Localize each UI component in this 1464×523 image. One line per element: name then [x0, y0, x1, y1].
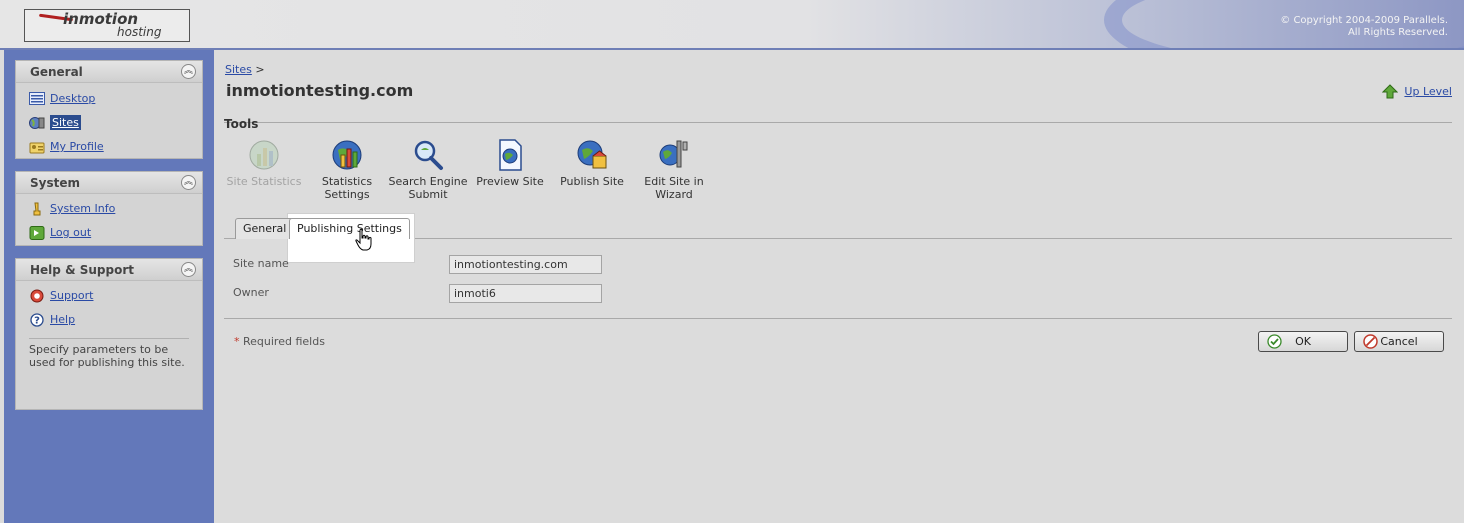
- preview-site-icon: [499, 139, 522, 171]
- support-icon: [30, 289, 44, 303]
- site-name-input[interactable]: [449, 255, 602, 274]
- help-description: Specify parameters to be used for publis…: [29, 338, 189, 369]
- owner-label: Owner: [233, 286, 269, 299]
- tab-general-label: General: [243, 222, 287, 235]
- tool-preview-site-label: Preview Site: [476, 175, 544, 188]
- logo-sub: hosting: [117, 25, 162, 39]
- tool-site-statistics-label: Site Statistics: [226, 175, 302, 188]
- help-panel-header: Help & Support ︽: [16, 259, 202, 281]
- up-level-button[interactable]: Up Level: [1382, 83, 1452, 101]
- sidebar-item-desktop[interactable]: Desktop: [16, 87, 202, 111]
- desktop-icon: [29, 92, 45, 105]
- tool-publish-site-label: Publish Site: [560, 175, 624, 188]
- sidebar-item-support-label[interactable]: Support: [50, 289, 93, 302]
- svg-text:?: ?: [34, 316, 40, 327]
- tool-search-engine-submit-label: Search Engine Submit: [388, 175, 468, 201]
- sidebar-item-help-label[interactable]: Help: [50, 313, 75, 326]
- tool-statistics-settings-label: Statistics Settings: [321, 175, 373, 201]
- collapse-help-icon[interactable]: ︽: [181, 262, 196, 277]
- site-name-label: Site name: [233, 257, 289, 270]
- sidebar-item-support[interactable]: Support: [16, 284, 202, 308]
- main-content: Sites > inmotiontesting.com Up Level Too…: [214, 50, 1464, 523]
- system-panel: System ︽ System Info Log out: [15, 171, 203, 246]
- general-panel: General ︽ Desktop Sites My Profile: [15, 60, 203, 159]
- sidebar-item-log-out[interactable]: Log out: [16, 221, 202, 245]
- edit-site-wizard-icon: [659, 140, 688, 168]
- site-statistics-icon: [249, 140, 279, 170]
- tool-preview-site[interactable]: Preview Site: [469, 138, 551, 188]
- tool-edit-site-wizard-label: Edit Site in Wizard: [644, 175, 704, 201]
- system-panel-title: System: [30, 176, 80, 190]
- cancel-button[interactable]: Cancel: [1354, 331, 1444, 352]
- cancel-button-label: Cancel: [1380, 335, 1418, 348]
- sidebar-item-desktop-label[interactable]: Desktop: [50, 92, 95, 105]
- tools-divider: [224, 122, 1452, 123]
- cancel-icon: [1363, 334, 1378, 349]
- system-panel-header: System ︽: [16, 172, 202, 194]
- help-icon: ?: [30, 313, 44, 327]
- copyright-line1: © Copyright 2004-2009 Parallels.: [1280, 15, 1448, 26]
- system-info-icon: [33, 202, 41, 216]
- collapse-general-icon[interactable]: ︽: [181, 64, 196, 79]
- breadcrumb: Sites >: [225, 63, 265, 76]
- sidebar-item-system-info-label[interactable]: System Info: [50, 202, 115, 215]
- logout-icon: [29, 226, 45, 240]
- sidebar: General ︽ Desktop Sites My Profile Syste…: [4, 50, 214, 523]
- required-fields-note: * Required fields: [234, 335, 325, 348]
- owner-input[interactable]: [449, 284, 602, 303]
- sidebar-item-log-out-label[interactable]: Log out: [50, 226, 91, 239]
- tab-general[interactable]: General: [235, 218, 295, 239]
- header-bar: inmotion hosting © Copyright 2004-2009 P…: [0, 0, 1464, 50]
- tool-publish-site[interactable]: Publish Site: [551, 138, 633, 188]
- tab-publishing-settings-label: Publishing Settings: [297, 222, 402, 235]
- help-panel-title: Help & Support: [30, 263, 134, 277]
- sidebar-item-my-profile-label[interactable]: My Profile: [50, 140, 104, 153]
- ok-button[interactable]: OK: [1258, 331, 1348, 352]
- up-level-icon: [1382, 84, 1399, 99]
- tool-site-statistics: Site Statistics: [223, 138, 305, 188]
- collapse-system-icon[interactable]: ︽: [181, 175, 196, 190]
- sidebar-item-sites-label[interactable]: Sites: [50, 115, 81, 130]
- required-star: *: [234, 335, 240, 348]
- copyright-line2: All Rights Reserved.: [1347, 27, 1448, 38]
- tool-search-engine-submit[interactable]: Search Engine Submit: [387, 138, 469, 201]
- tool-edit-site-wizard[interactable]: Edit Site in Wizard: [633, 138, 715, 201]
- tab-publishing-settings[interactable]: Publishing Settings: [289, 218, 410, 239]
- tools-title: Tools: [224, 117, 259, 131]
- statistics-settings-icon: [332, 140, 362, 170]
- search-engine-submit-icon: [414, 140, 443, 170]
- sidebar-item-my-profile[interactable]: My Profile: [16, 135, 202, 159]
- general-panel-header: General ︽: [16, 61, 202, 83]
- publish-site-icon: [577, 140, 607, 169]
- breadcrumb-separator: >: [255, 63, 265, 76]
- tool-statistics-settings[interactable]: Statistics Settings: [306, 138, 388, 201]
- up-level-link[interactable]: Up Level: [1404, 85, 1452, 98]
- sidebar-item-sites[interactable]: Sites: [16, 111, 202, 135]
- breadcrumb-sites-link[interactable]: Sites: [225, 63, 252, 76]
- ok-button-label: OK: [1295, 335, 1311, 348]
- ok-check-icon: [1267, 334, 1282, 349]
- sidebar-item-help[interactable]: ? Help: [16, 308, 202, 332]
- sidebar-item-system-info[interactable]: System Info: [16, 197, 202, 221]
- logo[interactable]: inmotion hosting: [24, 9, 190, 42]
- sites-icon: [29, 117, 45, 129]
- help-panel: Help & Support ︽ Support ? Help Specify …: [15, 258, 203, 410]
- form-divider: [224, 318, 1452, 319]
- page-title: inmotiontesting.com: [226, 81, 414, 100]
- hand-cursor-icon: [355, 228, 372, 251]
- general-panel-title: General: [30, 65, 83, 79]
- copyright: © Copyright 2004-2009 Parallels. All Rig…: [1280, 15, 1448, 39]
- required-fields-text: Required fields: [243, 335, 325, 348]
- profile-icon: [29, 142, 45, 154]
